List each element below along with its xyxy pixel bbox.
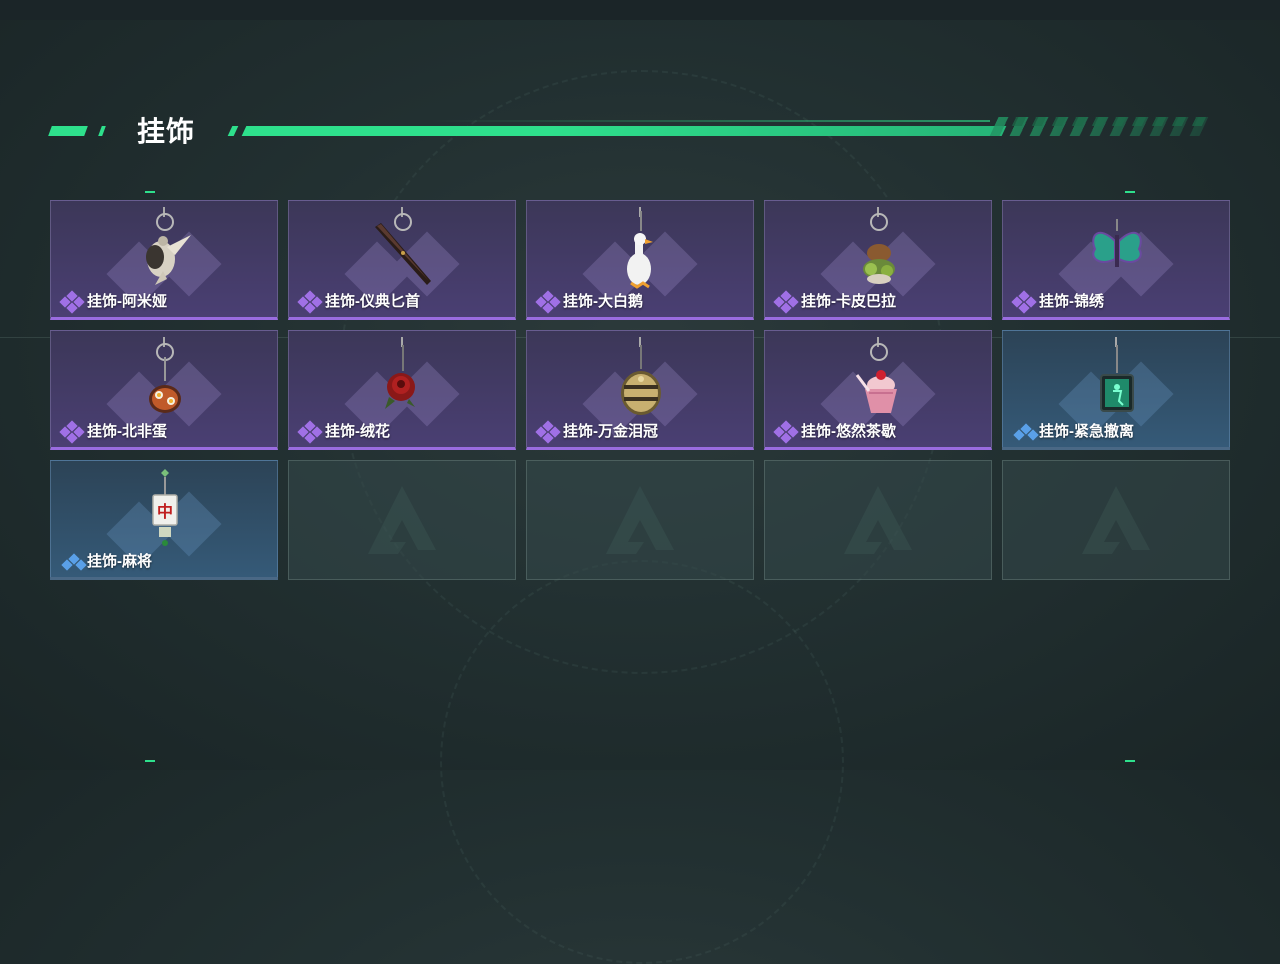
- rarity-icon: [535, 419, 561, 444]
- charm-card[interactable]: 挂饰-绒花: [288, 330, 516, 450]
- charm-label: 挂饰-北非蛋: [59, 419, 167, 444]
- charm-card[interactable]: 挂饰-万金泪冠: [526, 330, 754, 450]
- empty-slot: [764, 460, 992, 580]
- charm-name: 挂饰-紧急撤离: [1039, 423, 1134, 440]
- corner-marker: [1125, 191, 1135, 193]
- charm-name: 挂饰-锦绣: [1039, 293, 1104, 310]
- charm-card[interactable]: 挂饰-紧急撤离: [1002, 330, 1230, 450]
- charm-name: 挂饰-万金泪冠: [563, 423, 658, 440]
- charm-name: 挂饰-绒花: [325, 423, 390, 440]
- header-accent-bar: [98, 126, 106, 136]
- ceremonial-dagger-charm-icon: [375, 223, 431, 285]
- charm-label: 挂饰-万金泪冠: [535, 419, 658, 444]
- rarity-icon: [535, 289, 561, 314]
- charm-label: 挂饰-绒花: [297, 419, 390, 444]
- empty-slot: [1002, 460, 1230, 580]
- top-bar: [0, 0, 1280, 20]
- mahjong-tile-character: 中: [157, 502, 173, 521]
- rarity-icon: [59, 419, 85, 444]
- placeholder-logo-icon: [606, 486, 674, 554]
- charm-grid: 挂饰-阿米娅 挂饰-仪典匕首 挂饰-大白鹅 挂饰-卡皮巴拉 挂饰-锦绣 挂饰-北…: [50, 200, 1230, 580]
- amiya-rabbit-charm-icon: [146, 235, 191, 285]
- rose-charm-icon: [385, 345, 415, 409]
- charm-label: 挂饰-锦绣: [1011, 289, 1104, 314]
- shakshuka-charm-icon: [149, 357, 181, 413]
- cupcake-charm-icon: [855, 370, 897, 413]
- charm-name: 挂饰-悠然茶歇: [801, 423, 896, 440]
- placeholder-logo-icon: [368, 486, 436, 554]
- header-accent-line: [430, 120, 990, 122]
- charm-name: 挂饰-卡皮巴拉: [801, 293, 896, 310]
- header-accent-bar: [227, 126, 239, 136]
- rarity-icon: [61, 552, 87, 571]
- emergency-exit-charm-icon: [1100, 345, 1134, 412]
- rarity-icon: [297, 289, 323, 314]
- rarity-icon: [1011, 289, 1037, 314]
- header-checker-pattern: [1001, 117, 1207, 126]
- charm-label: 挂饰-麻将: [61, 550, 152, 571]
- butterfly-charm-icon: [1092, 219, 1142, 267]
- rarity-icon: [1013, 422, 1039, 441]
- header-accent-bar: [48, 126, 88, 136]
- capybara-charm-icon: [863, 244, 895, 284]
- charm-label: 挂饰-紧急撤离: [1013, 420, 1134, 441]
- empty-slot: [526, 460, 754, 580]
- charm-card[interactable]: 挂饰-北非蛋: [50, 330, 278, 450]
- section-title: 挂饰: [137, 116, 196, 147]
- placeholder-logo-icon: [844, 486, 912, 554]
- charm-label: 挂饰-悠然茶歇: [773, 419, 896, 444]
- placeholder-logo-icon: [1082, 486, 1150, 554]
- background-ring: [440, 560, 844, 964]
- corner-marker: [145, 191, 155, 193]
- charm-card[interactable]: 挂饰-卡皮巴拉: [764, 200, 992, 320]
- corner-marker: [1125, 760, 1135, 762]
- charm-name: 挂饰-阿米娅: [87, 293, 167, 310]
- mahjong-tile-charm-icon: 中: [152, 469, 178, 546]
- corner-marker: [145, 760, 155, 762]
- rarity-icon: [59, 289, 85, 314]
- charm-card[interactable]: 挂饰-悠然茶歇: [764, 330, 992, 450]
- white-goose-charm-icon: [627, 211, 653, 289]
- charm-card[interactable]: 挂饰-仪典匕首: [288, 200, 516, 320]
- empty-slot: [288, 460, 516, 580]
- charm-label: 挂饰-卡皮巴拉: [773, 289, 896, 314]
- rarity-icon: [773, 419, 799, 444]
- charm-card[interactable]: 挂饰-阿米娅: [50, 200, 278, 320]
- charm-card[interactable]: 中 挂饰-麻将: [50, 460, 278, 580]
- rarity-icon: [297, 419, 323, 444]
- charm-name: 挂饰-北非蛋: [87, 423, 167, 440]
- charm-label: 挂饰-阿米娅: [59, 289, 167, 314]
- charm-name: 挂饰-麻将: [87, 553, 152, 570]
- charm-name: 挂饰-大白鹅: [563, 293, 643, 310]
- charm-label: 挂饰-仪典匕首: [297, 289, 420, 314]
- header-accent-line: [241, 126, 1007, 136]
- rarity-icon: [773, 289, 799, 314]
- charm-label: 挂饰-大白鹅: [535, 289, 643, 314]
- charm-card[interactable]: 挂饰-锦绣: [1002, 200, 1230, 320]
- charm-card[interactable]: 挂饰-大白鹅: [526, 200, 754, 320]
- charm-name: 挂饰-仪典匕首: [325, 293, 420, 310]
- golden-crown-charm-icon: [621, 345, 661, 415]
